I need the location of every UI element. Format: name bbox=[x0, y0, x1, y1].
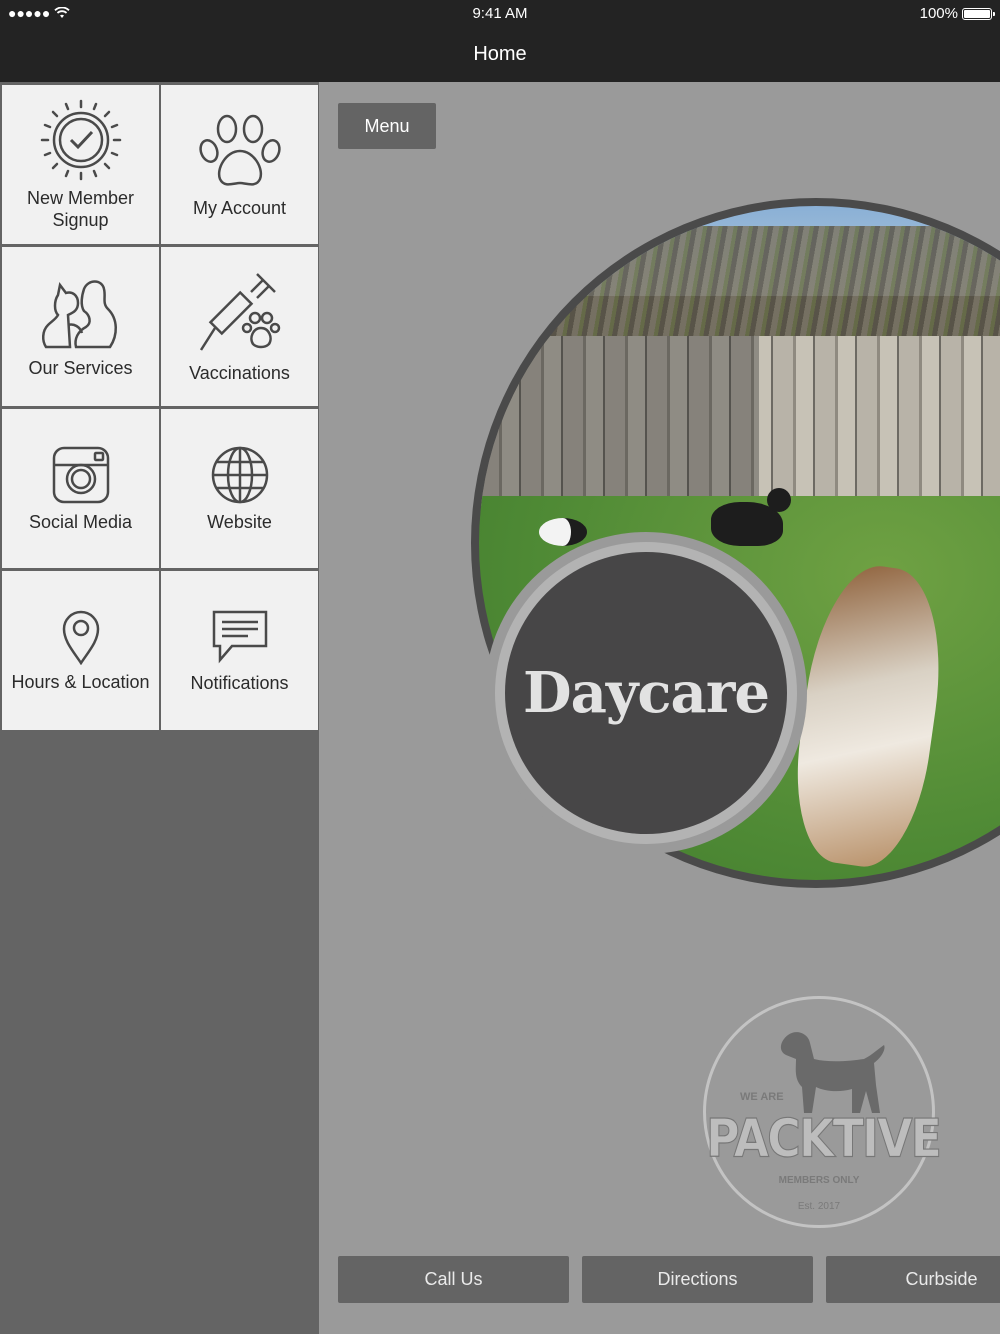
tile-label: My Account bbox=[192, 197, 287, 218]
battery-percent: 100% bbox=[919, 5, 958, 22]
packtive-logo: WE ARE PACKTIVE MEMBERS ONLY Est. 2017 bbox=[703, 996, 943, 1228]
tile-our-services[interactable]: Our Services bbox=[2, 247, 159, 406]
battery-icon bbox=[962, 7, 995, 20]
daycare-badge[interactable]: Daycare bbox=[495, 542, 797, 844]
tile-grid: New Member Signup My Account Our Service… bbox=[2, 85, 318, 730]
paw-icon bbox=[198, 114, 281, 186]
tile-my-account[interactable]: My Account bbox=[161, 85, 318, 244]
chat-icon bbox=[212, 610, 267, 663]
directions-button[interactable]: Directions bbox=[582, 1256, 813, 1303]
tile-vaccinations[interactable]: Vaccinations bbox=[161, 247, 318, 406]
tile-label: Social Media bbox=[28, 511, 133, 532]
curbside-button[interactable]: Curbside bbox=[826, 1256, 1000, 1303]
pets-icon bbox=[41, 279, 117, 348]
badge-check-icon bbox=[40, 99, 121, 180]
globe-icon bbox=[211, 446, 268, 503]
tile-label: Notifications bbox=[190, 672, 289, 693]
sidebar: New Member Signup My Account Our Service… bbox=[0, 82, 319, 1334]
tile-label: Our Services bbox=[28, 357, 133, 378]
tile-hours-location[interactable]: Hours & Location bbox=[2, 571, 159, 730]
tile-notifications[interactable]: Notifications bbox=[161, 571, 318, 730]
logo-we-are: WE ARE bbox=[740, 1091, 784, 1103]
tile-label: Website bbox=[207, 511, 272, 532]
tile-label: New Member Signup bbox=[26, 187, 135, 230]
instagram-icon bbox=[52, 446, 109, 503]
menu-button[interactable]: Menu bbox=[338, 103, 436, 149]
daycare-label: Daycare bbox=[505, 552, 787, 834]
logo-members: MEMBERS ONLY bbox=[778, 1175, 860, 1186]
logo-established: Est. 2017 bbox=[797, 1201, 841, 1212]
nav-title: Home bbox=[0, 28, 1000, 82]
tile-new-member-signup[interactable]: New Member Signup bbox=[2, 85, 159, 244]
map-pin-icon bbox=[62, 610, 99, 665]
status-bar: ●●●●● 9:41 AM 100% bbox=[0, 0, 1000, 28]
tile-label: Vaccinations bbox=[189, 362, 290, 383]
status-time: 9:41 AM bbox=[472, 5, 528, 22]
tile-social-media[interactable]: Social Media bbox=[2, 409, 159, 568]
syringe-paw-icon bbox=[199, 272, 280, 351]
call-us-button[interactable]: Call Us bbox=[338, 1256, 569, 1303]
tile-label: Hours & Location bbox=[11, 671, 150, 692]
tile-website[interactable]: Website bbox=[161, 409, 318, 568]
logo-brand: PACKTIVE bbox=[706, 1106, 943, 1170]
main-panel: Menu Daycare WE ARE PACKTIVE MEMBERS ONL… bbox=[319, 82, 1000, 1334]
